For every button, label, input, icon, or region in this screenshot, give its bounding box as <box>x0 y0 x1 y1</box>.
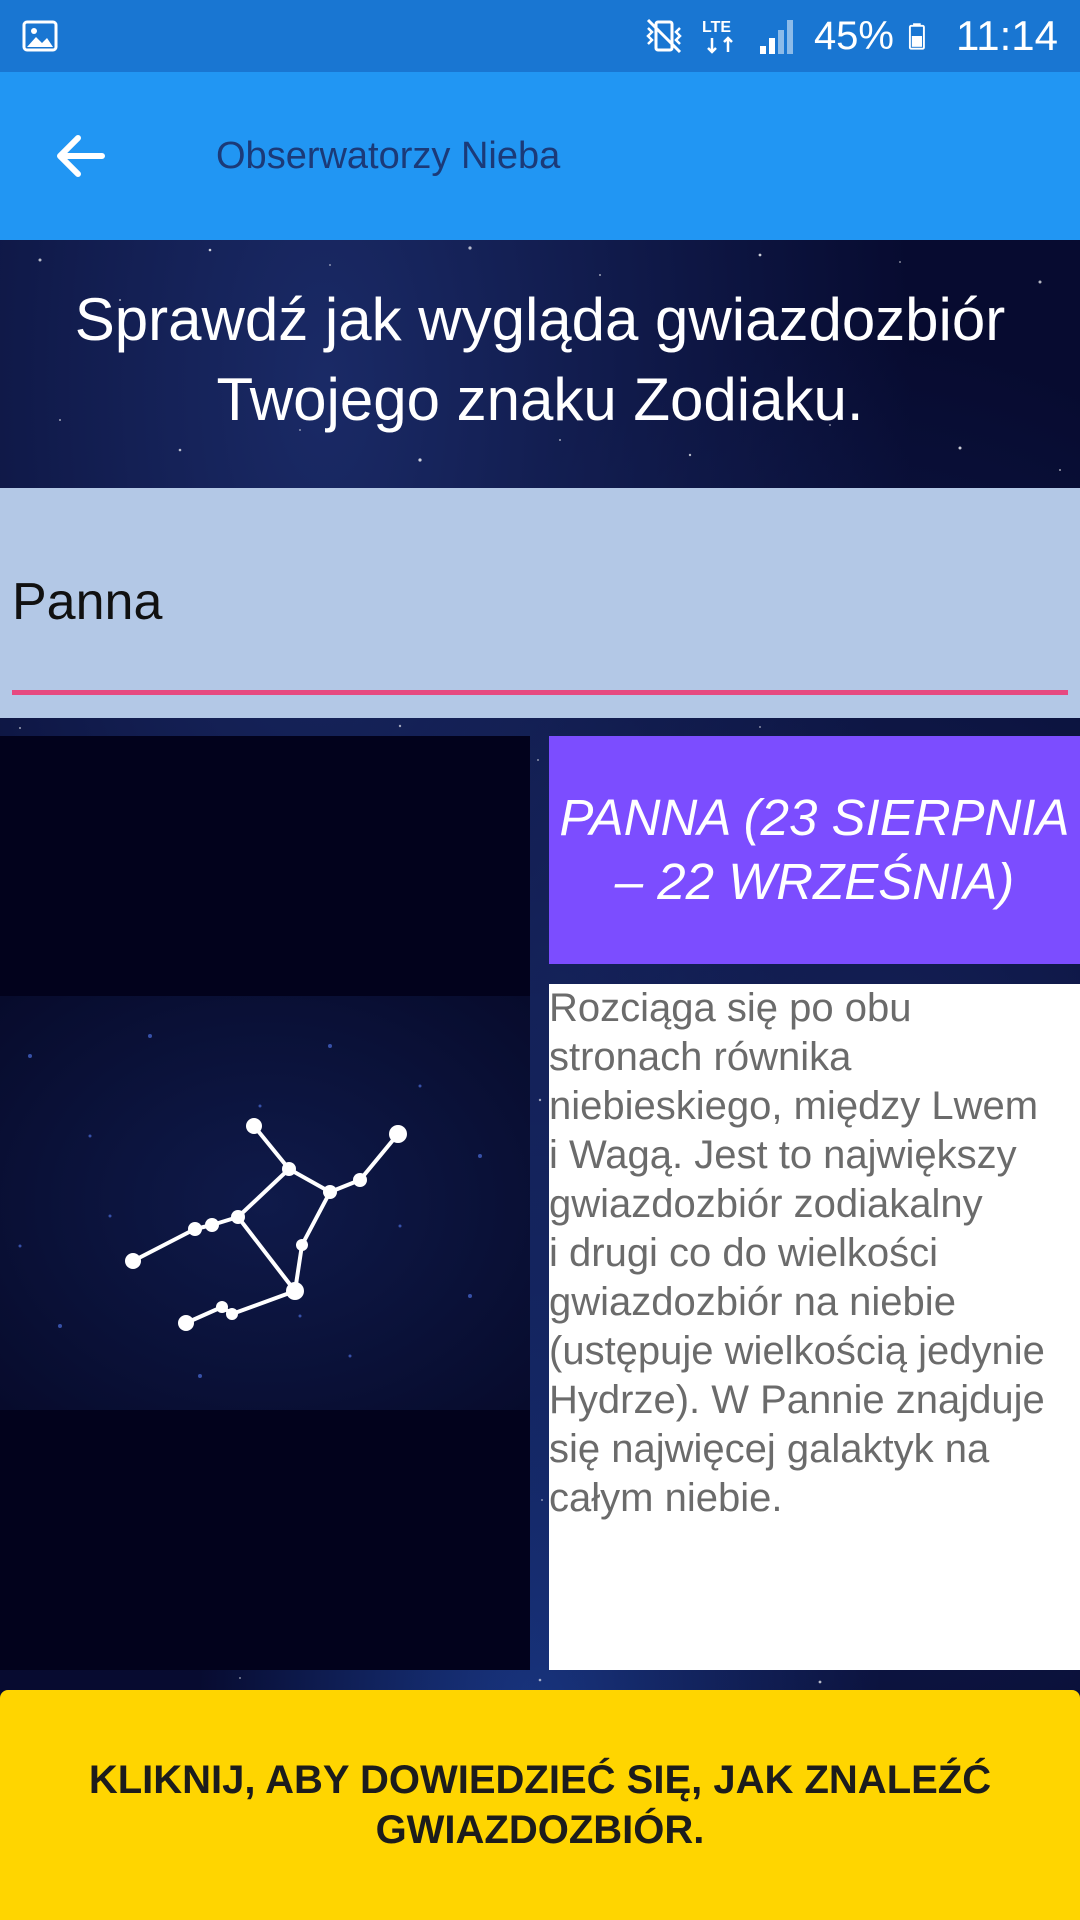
status-indicators: LTE 45% 11:14 <box>642 0 1058 72</box>
image-icon <box>22 20 58 52</box>
arrow-back-icon <box>57 135 105 177</box>
sign-title: PANNA (23 SIERPNIA – 22 WRZEŚNIA) <box>551 786 1077 914</box>
battery-percent: 45% <box>813 13 894 58</box>
battery-icon <box>908 23 925 50</box>
sign-description: Rozciąga się po obu stronach równika nie… <box>549 986 1045 1520</box>
signal-icon <box>759 20 793 54</box>
sign-description-box: Rozciąga się po obu stronach równika nie… <box>549 984 1080 1670</box>
svg-text:LTE: LTE <box>702 19 731 36</box>
sign-title-line-2: – 22 WRZEŚNIA) <box>614 853 1015 910</box>
sign-input-value[interactable]: Panna <box>12 572 162 632</box>
vibrate-mute-icon <box>646 18 682 54</box>
back-button[interactable] <box>40 116 120 196</box>
page-headline: Sprawdź jak wygląda gwiazdozbiór Twojego… <box>0 280 1080 440</box>
lte-icon: LTE <box>702 19 733 54</box>
toolbar: Obserwatorzy Nieba <box>0 72 1080 240</box>
toolbar-title: Obserwatorzy Nieba <box>216 135 561 177</box>
headline-line-1: Sprawdź jak wygląda gwiazdozbiór <box>74 286 1006 353</box>
clock: 11:14 <box>956 12 1058 59</box>
app-screen: LTE 45% 11:14 Obserwatorzy Nieba Sprawdź… <box>0 0 1080 1920</box>
find-constellation-button-label: KLIKNIJ, ABY DOWIEDZIEĆ SIĘ, JAK ZNALEŹĆ… <box>49 1755 1031 1855</box>
cta-line-1: KLIKNIJ, ABY DOWIEDZIEĆ SIĘ, JAK ZNALEŹĆ <box>88 1758 992 1802</box>
status-bar: LTE 45% 11:14 <box>0 0 1080 72</box>
sign-title-box: PANNA (23 SIERPNIA – 22 WRZEŚNIA) <box>549 736 1080 964</box>
headline-line-2: Twojego znaku Zodiaku. <box>216 366 864 433</box>
virgo-constellation-image <box>0 996 530 1410</box>
find-constellation-button[interactable]: KLIKNIJ, ABY DOWIEDZIEĆ SIĘ, JAK ZNALEŹĆ… <box>0 1690 1080 1920</box>
sign-title-line-1: PANNA (23 SIERPNIA <box>559 789 1070 846</box>
sign-input-underline <box>12 690 1068 695</box>
cta-line-2: GWIAZDOZBIÓR. <box>375 1808 705 1852</box>
